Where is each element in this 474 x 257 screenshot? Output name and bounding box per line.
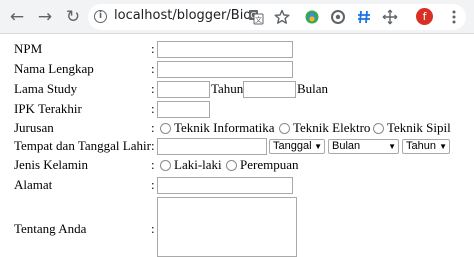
lama-bulan-input[interactable] [243,81,296,98]
option-teknik-sipil-label: Teknik Sipil [387,120,451,135]
npm-row: NPM : [0,39,474,59]
radio-laki-laki[interactable] [160,160,171,171]
bulan-label: Bulan [297,81,329,96]
colon: : [151,81,155,96]
tahun-select[interactable]: Tahun ▼ [402,139,450,154]
back-button[interactable]: ← [6,6,28,28]
nama-input[interactable] [157,61,293,78]
url-text[interactable]: localhost/blogger/Bio... [114,8,263,23]
forward-button[interactable]: → [34,6,56,28]
colon: : [151,101,155,116]
dropdown-arrow-icon: ▼ [388,142,396,151]
biodata-form: NPM : Nama Lengkap : Lama Study : Tahun … [0,34,474,257]
hashtag-extension-icon[interactable] [356,9,372,25]
lama-tahun-input[interactable] [157,81,210,98]
radio-perempuan[interactable] [226,160,237,171]
alamat-label: Alamat [14,177,53,192]
address-bar[interactable]: i localhost/blogger/Bio... G 文 [88,4,466,30]
dropdown-arrow-icon: ▼ [314,142,322,151]
colon: : [151,61,155,76]
translate-icon[interactable]: G 文 [248,9,264,25]
lama-study-label: Lama Study [14,81,78,96]
nama-label: Nama Lengkap [14,61,94,76]
jenis-kelamin-row: Jenis Kelamin : Laki-laki Perempuan [0,155,474,175]
dropdown-arrow-icon: ▼ [439,142,447,151]
reload-button[interactable]: ↻ [62,6,84,28]
bulan-select[interactable]: Bulan ▼ [328,139,399,154]
nama-row: Nama Lengkap : [0,59,474,79]
colon: : [151,177,155,192]
ipk-label: IPK Terakhir [14,101,82,116]
radio-teknik-sipil[interactable] [373,123,384,134]
back-arrow-icon: ← [9,7,25,27]
colon: : [151,221,155,236]
jurusan-row: Jurusan : Teknik Informatika Teknik Elek… [0,118,474,138]
svg-text:文: 文 [255,15,262,24]
extension-settings-icon[interactable] [330,9,346,25]
alamat-row: Alamat : [0,175,474,195]
ipk-input[interactable] [157,101,210,118]
site-info-icon[interactable]: i [94,10,107,23]
colon: : [151,138,155,153]
option-laki-laki-label: Laki-laki [174,157,222,172]
jenis-kelamin-label: Jenis Kelamin [14,157,89,172]
colon: : [151,157,155,172]
colon: : [151,120,155,135]
radio-teknik-elektro[interactable] [279,123,290,134]
ttl-row: Tempat dan Tanggal Lahir : Tanggal ▼ Bula… [0,136,474,156]
option-teknik-elektro-label: Teknik Elektro [293,120,371,135]
menu-kebab-icon[interactable] [446,9,462,25]
browser-toolbar: ← → ↻ i localhost/blogger/Bio... G 文 [0,0,474,34]
npm-label: NPM [14,41,43,56]
ipk-row: IPK Terakhir : [0,99,474,119]
radio-teknik-informatika[interactable] [160,123,171,134]
jurusan-label: Jurusan [14,120,54,135]
forward-arrow-icon: → [37,7,53,27]
colon: : [151,41,155,56]
npm-input[interactable] [157,41,293,58]
tahun-label: Tahun [211,81,244,96]
ttl-label: Tempat dan Tanggal Lahir [14,138,151,153]
extension-globe-icon[interactable] [304,9,320,25]
reload-icon: ↻ [65,7,81,27]
alamat-input[interactable] [157,177,293,194]
option-perempuan-label: Perempuan [240,157,299,172]
tanggal-select[interactable]: Tanggal ▼ [269,139,325,154]
tentang-label: Tentang Anda [14,221,87,236]
bookmark-star-icon[interactable] [274,9,290,25]
tempat-lahir-input[interactable] [157,138,267,155]
profile-avatar[interactable]: f [416,8,433,25]
tentang-textarea[interactable] [157,197,297,257]
lama-study-row: Lama Study : Tahun Bulan [0,79,474,99]
move-crosshair-icon[interactable] [382,9,398,25]
option-teknik-informatika-label: Teknik Informatika [174,120,275,135]
